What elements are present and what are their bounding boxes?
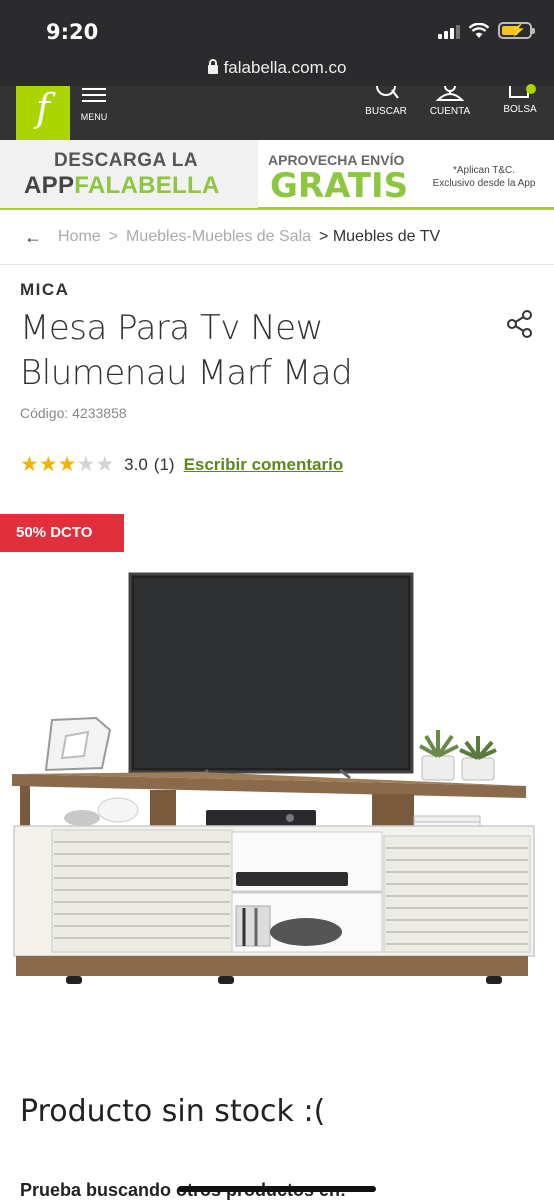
banner-free-shipping: APROVECHA ENVÍO GRATIS bbox=[262, 140, 418, 208]
status-time: 9:20 bbox=[46, 20, 99, 44]
menu-label: MENU bbox=[80, 112, 108, 122]
lock-icon bbox=[207, 59, 218, 74]
search-icon bbox=[376, 86, 399, 99]
review-count[interactable]: (1) bbox=[154, 455, 175, 475]
bag-count-dot bbox=[526, 84, 536, 94]
write-review-link[interactable]: Escribir comentario bbox=[184, 455, 344, 475]
banner-download-app: DESCARGA LA APPFALABELLA bbox=[0, 140, 258, 208]
home-indicator[interactable] bbox=[178, 1186, 376, 1192]
product-image[interactable] bbox=[0, 560, 554, 1000]
star-icon: ★ bbox=[76, 453, 96, 476]
breadcrumb-muebles-sala[interactable]: Muebles-Muebles de Sala bbox=[126, 228, 311, 246]
battery-icon: ⚡ bbox=[498, 22, 535, 39]
banner-line1: DESCARGA LA bbox=[54, 150, 199, 171]
app-promo-banner[interactable]: DESCARGA LA APPFALABELLA APROVECHA ENVÍO… bbox=[0, 140, 554, 210]
account-button[interactable]: CUENTA bbox=[420, 86, 480, 117]
discount-badge: 50% DCTO bbox=[0, 514, 124, 552]
star-icon: ★ bbox=[57, 453, 77, 476]
status-bar: 9:20 ⚡ falabella.com.co bbox=[0, 0, 554, 86]
banner-note: *Aplican T&C. Exclusivo desde la App bbox=[422, 164, 546, 190]
account-label: CUENTA bbox=[429, 106, 471, 117]
back-arrow-icon[interactable]: ← bbox=[24, 227, 42, 248]
breadcrumb-current: > Muebles de TV bbox=[319, 228, 441, 245]
banner-gratis: GRATIS bbox=[270, 166, 409, 206]
falabella-logo[interactable]: f bbox=[16, 86, 70, 140]
breadcrumb-home[interactable]: Home bbox=[58, 228, 101, 246]
address-bar[interactable]: falabella.com.co bbox=[0, 58, 554, 78]
wifi-icon bbox=[468, 22, 490, 38]
rating-stars: ★ ★ ★ ★ ★ bbox=[20, 454, 114, 475]
hamburger-menu-icon bbox=[82, 88, 106, 102]
product-rating: ★ ★ ★ ★ ★ 3.0 (1) Escribir comentario bbox=[20, 454, 343, 475]
product-brand[interactable]: MICA bbox=[20, 280, 69, 300]
rating-value: 3.0 bbox=[124, 454, 148, 474]
user-icon bbox=[435, 86, 465, 101]
divider bbox=[0, 264, 554, 265]
banner-note1: *Aplican T&C. bbox=[452, 165, 516, 176]
banner-app-falabella: APPFALABELLA bbox=[24, 172, 220, 200]
bag-button[interactable]: BOLSA bbox=[490, 84, 550, 115]
bag-label: BOLSA bbox=[503, 104, 537, 115]
breadcrumb: ← Home > Muebles-Muebles de Sala > Muebl… bbox=[0, 213, 554, 261]
status-icons: ⚡ bbox=[438, 22, 535, 39]
breadcrumb-separator: > bbox=[108, 228, 119, 245]
star-icon: ★ bbox=[95, 453, 115, 476]
banner-note2: Exclusivo desde la App bbox=[432, 178, 536, 189]
product-code: Código: 4233858 bbox=[20, 405, 127, 421]
banner-app: APP bbox=[24, 172, 75, 199]
menu-button[interactable]: MENU bbox=[78, 88, 110, 122]
search-label: BUSCAR bbox=[365, 106, 407, 117]
product-title: Mesa Para Tv New Blumenau Marf Mad bbox=[20, 308, 353, 393]
search-button[interactable]: BUSCAR bbox=[356, 86, 416, 117]
banner-falabella: FALABELLA bbox=[74, 172, 220, 199]
star-icon: ★ bbox=[20, 453, 39, 476]
url-text: falabella.com.co bbox=[223, 58, 347, 77]
signal-icon bbox=[438, 23, 460, 39]
site-header: f MENU BUSCAR CUENTA BOLSA bbox=[0, 84, 554, 140]
no-stock-message: Producto sin stock :( bbox=[20, 1094, 326, 1129]
share-icon[interactable] bbox=[506, 310, 534, 338]
star-icon: ★ bbox=[38, 453, 58, 476]
